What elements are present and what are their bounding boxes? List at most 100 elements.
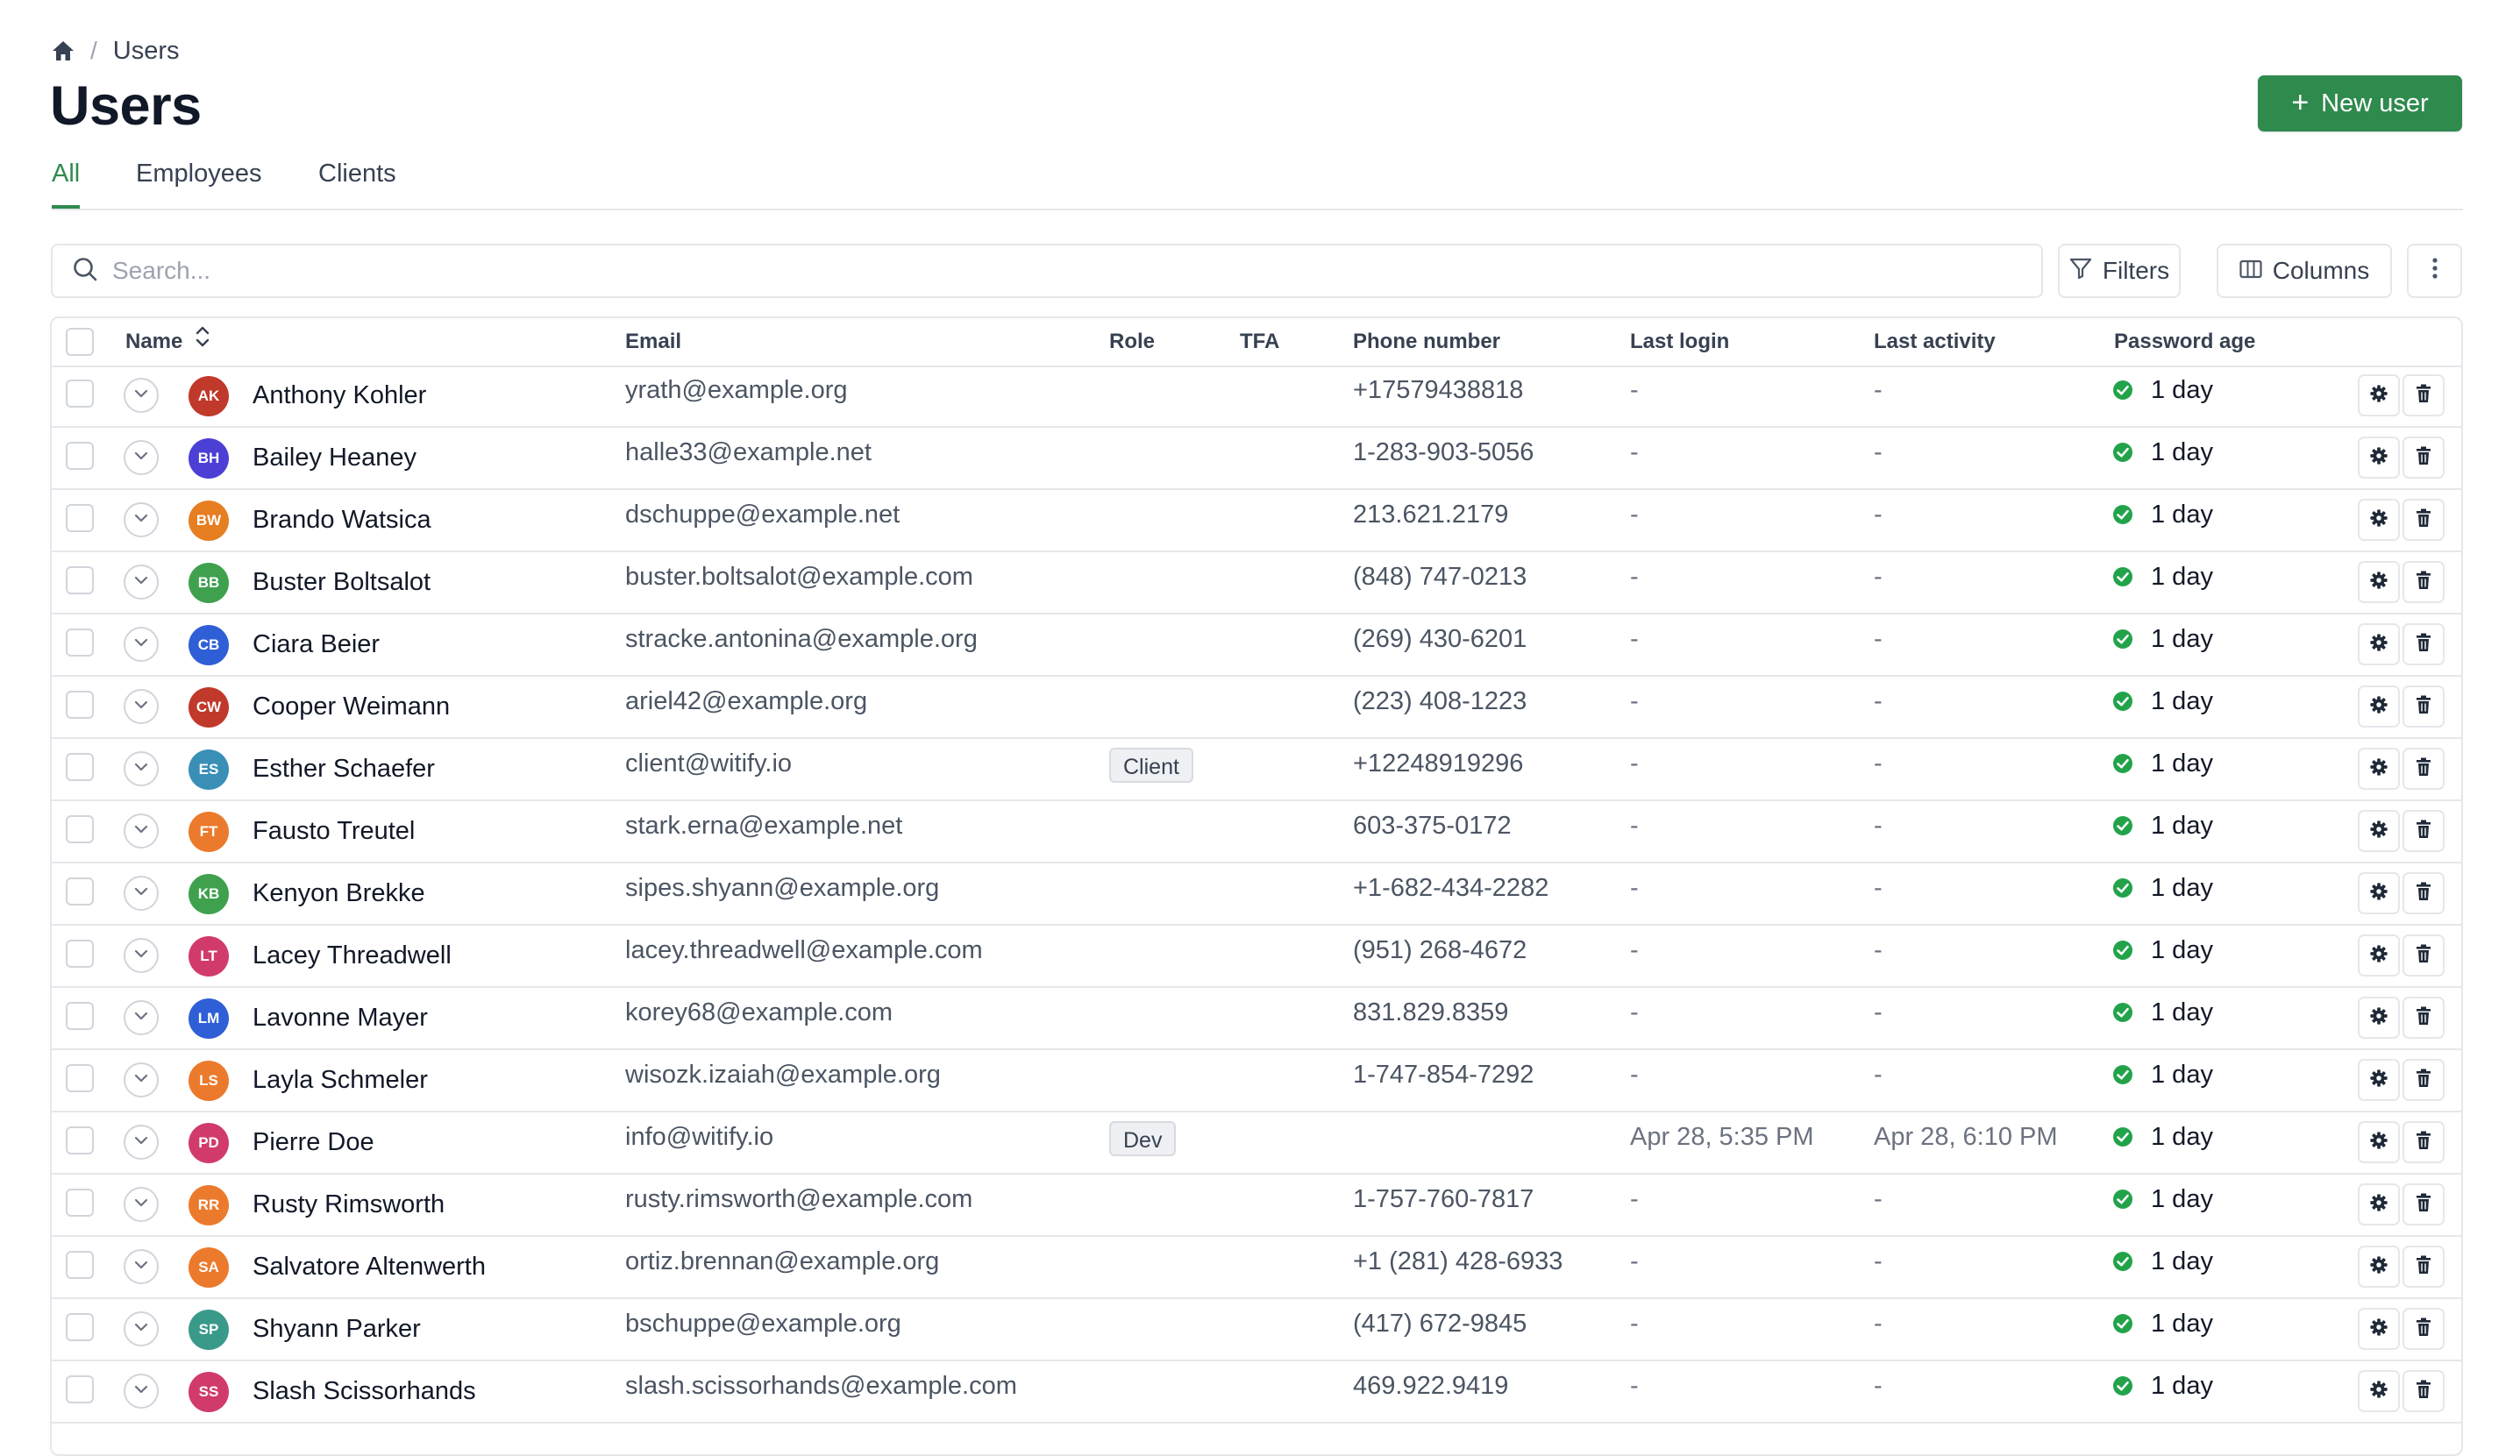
- row-checkbox[interactable]: [66, 1251, 94, 1279]
- row-expand-button[interactable]: [124, 440, 159, 475]
- row-settings-button[interactable]: [2358, 1246, 2400, 1288]
- columns-button[interactable]: Columns: [2217, 244, 2392, 298]
- row-settings-button[interactable]: [2358, 561, 2400, 603]
- row-checkbox[interactable]: [66, 442, 94, 470]
- row-delete-button[interactable]: [2403, 685, 2445, 728]
- user-name[interactable]: Lacey Threadwell: [253, 926, 452, 984]
- tab-employees[interactable]: Employees: [136, 156, 261, 207]
- row-checkbox[interactable]: [66, 1313, 94, 1341]
- row-settings-button[interactable]: [2358, 748, 2400, 790]
- row-settings-button[interactable]: [2358, 1121, 2400, 1163]
- row-checkbox[interactable]: [66, 691, 94, 719]
- row-delete-button[interactable]: [2403, 1121, 2445, 1163]
- sort-icon[interactable]: [195, 318, 210, 366]
- user-name[interactable]: Anthony Kohler: [253, 366, 426, 424]
- row-delete-button[interactable]: [2403, 748, 2445, 790]
- row-expand-button[interactable]: [124, 938, 159, 973]
- row-checkbox[interactable]: [66, 504, 94, 532]
- row-settings-button[interactable]: [2358, 1308, 2400, 1350]
- user-name[interactable]: Lavonne Mayer: [253, 988, 428, 1047]
- row-delete-button[interactable]: [2403, 997, 2445, 1039]
- row-settings-button[interactable]: [2358, 499, 2400, 541]
- user-name[interactable]: Fausto Treutel: [253, 801, 415, 860]
- row-expand-button[interactable]: [124, 565, 159, 600]
- search-input[interactable]: [110, 256, 1780, 286]
- row-checkbox[interactable]: [66, 380, 94, 408]
- user-name[interactable]: Layla Schmeler: [253, 1050, 428, 1109]
- row-delete-button[interactable]: [2403, 1370, 2445, 1412]
- select-all-checkbox[interactable]: [66, 328, 94, 356]
- row-delete-button[interactable]: [2403, 437, 2445, 479]
- row-expand-button[interactable]: [124, 876, 159, 911]
- new-user-button[interactable]: + New user: [2258, 75, 2462, 131]
- row-settings-button[interactable]: [2358, 997, 2400, 1039]
- home-icon[interactable]: [52, 40, 75, 61]
- user-name[interactable]: Cooper Weimann: [253, 677, 450, 735]
- row-delete-button[interactable]: [2403, 1183, 2445, 1225]
- row-expand-button[interactable]: [124, 1000, 159, 1035]
- row-delete-button[interactable]: [2403, 872, 2445, 914]
- row-settings-button[interactable]: [2358, 1370, 2400, 1412]
- tab-all[interactable]: All: [52, 156, 81, 209]
- row-delete-button[interactable]: [2403, 934, 2445, 977]
- row-settings-button[interactable]: [2358, 685, 2400, 728]
- user-name[interactable]: Esther Schaefer: [253, 739, 435, 798]
- user-name[interactable]: Kenyon Brekke: [253, 863, 425, 922]
- row-checkbox[interactable]: [66, 877, 94, 906]
- tab-clients[interactable]: Clients: [318, 156, 396, 207]
- row-checkbox[interactable]: [66, 1375, 94, 1403]
- row-settings-button[interactable]: [2358, 872, 2400, 914]
- row-delete-button[interactable]: [2403, 499, 2445, 541]
- row-checkbox[interactable]: [66, 1189, 94, 1217]
- row-delete-button[interactable]: [2403, 810, 2445, 852]
- row-expand-button[interactable]: [124, 1187, 159, 1222]
- user-name[interactable]: Rusty Rimsworth: [253, 1175, 445, 1233]
- user-name[interactable]: Pierre Doe: [253, 1112, 374, 1171]
- chevron-down-icon: [133, 1383, 149, 1399]
- row-checkbox[interactable]: [66, 629, 94, 657]
- user-email: stracke.antonina@example.org: [625, 625, 978, 653]
- row-checkbox[interactable]: [66, 566, 94, 594]
- user-name[interactable]: Buster Boltsalot: [253, 552, 431, 611]
- row-expand-button[interactable]: [124, 378, 159, 413]
- user-name[interactable]: Ciara Beier: [253, 614, 380, 673]
- row-expand-button[interactable]: [124, 1311, 159, 1346]
- row-settings-button[interactable]: [2358, 437, 2400, 479]
- user-name[interactable]: Shyann Parker: [253, 1299, 421, 1358]
- chevron-down-icon: [133, 823, 149, 839]
- row-delete-button[interactable]: [2403, 623, 2445, 665]
- row-checkbox[interactable]: [66, 1064, 94, 1092]
- row-expand-button[interactable]: [124, 627, 159, 662]
- row-settings-button[interactable]: [2358, 374, 2400, 416]
- row-checkbox[interactable]: [66, 753, 94, 781]
- row-delete-button[interactable]: [2403, 1246, 2445, 1288]
- row-checkbox[interactable]: [66, 1002, 94, 1030]
- row-settings-button[interactable]: [2358, 623, 2400, 665]
- row-expand-button[interactable]: [124, 502, 159, 537]
- row-settings-button[interactable]: [2358, 1183, 2400, 1225]
- user-name[interactable]: Slash Scissorhands: [253, 1361, 476, 1420]
- more-options-button[interactable]: [2407, 244, 2462, 298]
- row-settings-button[interactable]: [2358, 934, 2400, 977]
- row-expand-button[interactable]: [124, 1062, 159, 1097]
- user-name[interactable]: Bailey Heaney: [253, 428, 416, 487]
- row-expand-button[interactable]: [124, 813, 159, 849]
- row-settings-button[interactable]: [2358, 1059, 2400, 1101]
- row-checkbox[interactable]: [66, 815, 94, 843]
- row-delete-button[interactable]: [2403, 1059, 2445, 1101]
- column-name[interactable]: Name: [125, 318, 210, 366]
- row-delete-button[interactable]: [2403, 1308, 2445, 1350]
- row-delete-button[interactable]: [2403, 561, 2445, 603]
- row-expand-button[interactable]: [124, 751, 159, 786]
- user-name[interactable]: Salvatore Altenwerth: [253, 1237, 486, 1296]
- row-expand-button[interactable]: [124, 1374, 159, 1409]
- filters-button[interactable]: Filters: [2058, 244, 2181, 298]
- row-expand-button[interactable]: [124, 1249, 159, 1284]
- row-checkbox[interactable]: [66, 1126, 94, 1154]
- row-settings-button[interactable]: [2358, 810, 2400, 852]
- user-name[interactable]: Brando Watsica: [253, 490, 431, 549]
- row-checkbox[interactable]: [66, 940, 94, 968]
- row-delete-button[interactable]: [2403, 374, 2445, 416]
- row-expand-button[interactable]: [124, 689, 159, 724]
- row-expand-button[interactable]: [124, 1125, 159, 1160]
